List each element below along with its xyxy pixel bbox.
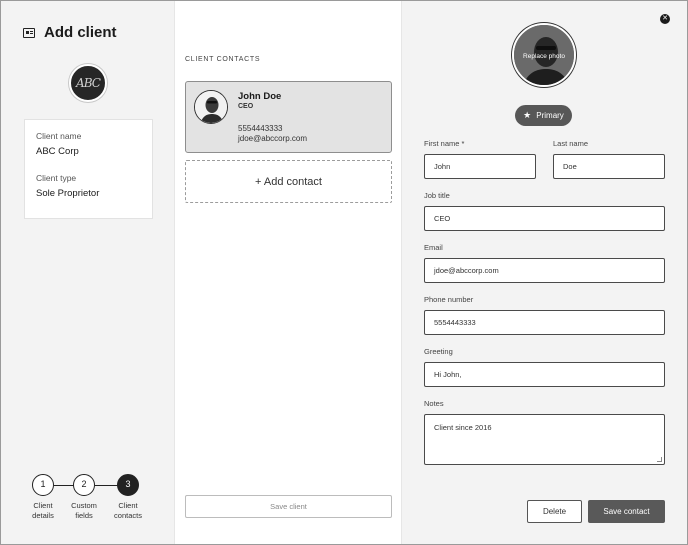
last-name-label: Last name <box>553 139 589 148</box>
first-name-label: First name * <box>424 139 464 148</box>
title-row: Add client <box>23 24 117 41</box>
contact-photo[interactable]: Replace photo <box>512 23 576 87</box>
notes-textarea[interactable]: Client since 2016 <box>424 414 665 465</box>
wizard-stepper: 1 Client details 2 Custom fields 3 Clien… <box>27 474 153 524</box>
step-number: 1 <box>32 474 54 496</box>
save-contact-button[interactable]: Save contact <box>588 500 665 523</box>
first-name-field[interactable]: John <box>424 154 536 179</box>
greeting-field[interactable]: Hi John, <box>424 362 665 387</box>
job-title-field[interactable]: CEO <box>424 206 665 231</box>
contact-form-panel: ✕ Replace photo ★ Primary First name * J… <box>402 1 687 544</box>
resize-handle-icon[interactable] <box>657 457 662 462</box>
client-type-label: Client type <box>36 173 77 183</box>
step-label: Custom fields <box>64 501 104 521</box>
notes-text: Client since 2016 <box>434 423 492 432</box>
required-mark: * <box>461 139 465 148</box>
id-card-icon <box>23 27 35 38</box>
step-label-line: Client <box>33 501 53 510</box>
step-label-line: details <box>32 511 54 520</box>
page-title: Add client <box>44 24 117 41</box>
client-logo-text: ABC <box>76 76 101 90</box>
step-label-line: Client <box>118 501 138 510</box>
close-icon[interactable]: ✕ <box>660 14 670 24</box>
email-label: Email <box>424 243 443 252</box>
contact-phone: 5554443333 <box>238 124 283 133</box>
delete-contact-button[interactable]: Delete <box>527 500 582 523</box>
phone-field[interactable]: 5554443333 <box>424 310 665 335</box>
client-name-value: ABC Corp <box>36 146 79 157</box>
last-name-field[interactable]: Doe <box>553 154 665 179</box>
step-label-line: fields <box>75 511 93 520</box>
contact-email: jdoe@abccorp.com <box>238 134 308 143</box>
client-name-label: Client name <box>36 131 82 141</box>
notes-label: Notes <box>424 399 444 408</box>
step-label: Client contacts <box>108 501 148 521</box>
person-avatar-icon <box>195 91 227 123</box>
add-contact-button[interactable]: + Add contact <box>185 160 392 203</box>
contact-avatar <box>194 90 228 124</box>
contact-card[interactable]: John Doe CEO 5554443333 jdoe@abccorp.com <box>185 81 392 153</box>
section-title: CLIENT CONTACTS <box>185 56 261 63</box>
client-summary-panel: Add client ABC Client name ABC Corp Clie… <box>1 1 174 544</box>
primary-badge[interactable]: ★ Primary <box>515 105 572 126</box>
step-label-line: Custom <box>71 501 97 510</box>
client-info-card: Client name ABC Corp Client type Sole Pr… <box>24 119 153 219</box>
phone-label: Phone number <box>424 295 474 304</box>
save-client-button[interactable]: Save client <box>185 495 392 518</box>
client-logo: ABC <box>69 64 107 102</box>
step-label: Client details <box>23 501 63 521</box>
step-custom-fields[interactable]: 2 Custom fields <box>64 474 104 521</box>
contact-name: John Doe <box>238 91 282 102</box>
primary-label: Primary <box>536 111 564 120</box>
add-client-dialog: Add client ABC Client name ABC Corp Clie… <box>0 0 688 545</box>
star-icon: ★ <box>523 110 532 120</box>
step-number: 3 <box>117 474 139 496</box>
first-name-label-text: First name <box>424 139 460 148</box>
job-title-label: Job title <box>424 191 450 200</box>
client-type-value: Sole Proprietor <box>36 188 100 199</box>
contacts-list-panel: CLIENT CONTACTS John Doe CEO 5554443333 … <box>174 1 402 544</box>
greeting-label: Greeting <box>424 347 453 356</box>
step-client-details[interactable]: 1 Client details <box>23 474 63 521</box>
step-client-contacts[interactable]: 3 Client contacts <box>108 474 148 521</box>
email-field[interactable]: jdoe@abccorp.com <box>424 258 665 283</box>
step-number: 2 <box>73 474 95 496</box>
step-label-line: contacts <box>114 511 142 520</box>
contact-title: CEO <box>238 103 254 110</box>
replace-photo-label: Replace photo <box>523 53 565 60</box>
